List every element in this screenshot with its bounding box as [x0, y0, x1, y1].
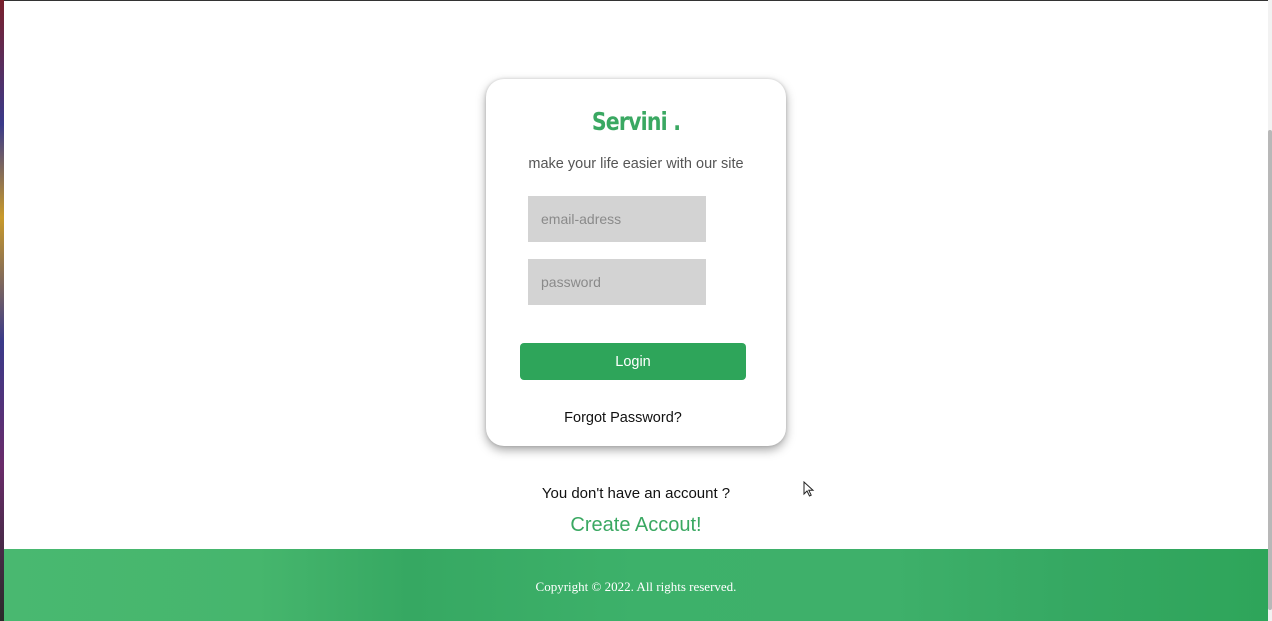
login-button[interactable]: Login — [520, 343, 746, 380]
scrollbar-thumb[interactable] — [1268, 130, 1272, 610]
copyright-text: Copyright © 2022. All rights reserved. — [535, 579, 737, 594]
footer: Copyright © 2022. All rights reserved. — [4, 549, 1268, 621]
left-edge-strip — [0, 0, 4, 621]
forgot-password-link[interactable]: Forgot Password? — [486, 410, 760, 426]
top-border — [0, 0, 1272, 1]
password-field[interactable] — [528, 259, 706, 305]
no-account-prompt: You don't have an account ? — [541, 485, 731, 502]
page: Servini . make your life easier with our… — [0, 0, 1272, 621]
email-field[interactable] — [528, 196, 706, 242]
login-card: Servini . make your life easier with our… — [486, 79, 786, 446]
scrollbar-track[interactable] — [1268, 0, 1272, 621]
create-account-link[interactable]: Create Accout! — [486, 514, 786, 537]
mouse-pointer-icon — [803, 481, 815, 497]
tagline: make your life easier with our site — [528, 156, 744, 172]
brand-logo-text: Servini . — [591, 107, 681, 136]
